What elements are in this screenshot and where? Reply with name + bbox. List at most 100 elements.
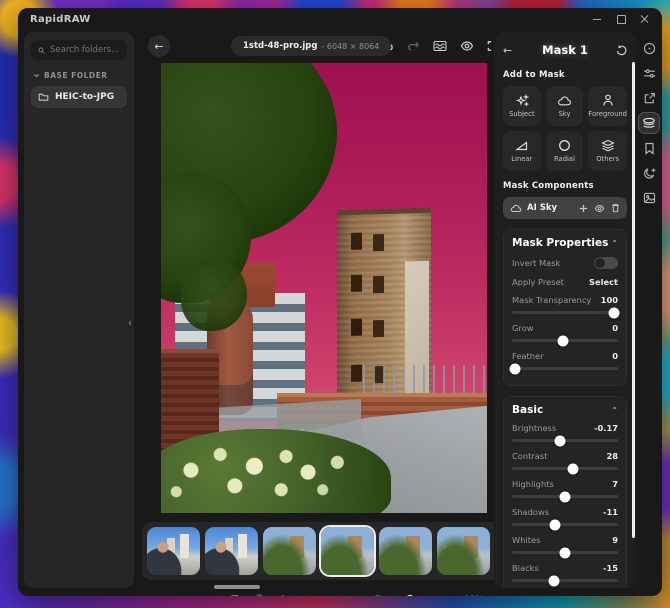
ai-button[interactable] <box>639 163 659 183</box>
masks-button[interactable] <box>639 113 659 133</box>
cloud-icon <box>557 95 571 105</box>
app-window: RapidRAW BASE FOLDER HEIC-to-JPG ‹ ← 1st… <box>18 8 662 596</box>
base-folder-node[interactable]: BASE FOLDER <box>33 71 125 80</box>
adjustments-icon <box>643 68 655 78</box>
export-button[interactable] <box>639 88 659 108</box>
mask-linear-button[interactable]: Linear <box>503 131 541 171</box>
cloud-icon <box>510 204 522 212</box>
back-button[interactable]: ← <box>148 35 170 57</box>
slider-knob[interactable] <box>509 363 521 374</box>
mask-others-button[interactable]: Others <box>588 131 627 171</box>
slider-knob[interactable] <box>554 435 566 446</box>
mask-transparency-slider: Mask Transparency 100 <box>512 294 620 318</box>
zoom-label: Zoom <box>375 595 400 596</box>
sidebar-collapse-handle[interactable]: ‹ <box>128 318 132 329</box>
contrast-slider: Contrast 28 <box>512 450 618 474</box>
person-icon <box>602 94 613 106</box>
moon-sparkle-icon <box>643 167 656 179</box>
eye-icon[interactable] <box>460 40 474 52</box>
mask-subject-button[interactable]: Subject <box>503 86 541 126</box>
reset-icon <box>616 45 627 55</box>
photo-canvas-area <box>138 60 510 516</box>
apply-preset-label: Apply Preset <box>512 277 564 287</box>
paste-settings-icon[interactable] <box>254 594 265 596</box>
add-icon[interactable] <box>579 204 588 213</box>
collapse-chevron-icon[interactable]: ⌃ <box>611 239 618 248</box>
visibility-icon[interactable] <box>594 204 605 213</box>
panel-scrollbar[interactable] <box>632 62 635 538</box>
sparkles-icon <box>515 94 529 107</box>
mask-sky-button[interactable]: Sky <box>545 86 584 126</box>
masks-icon <box>643 117 655 128</box>
mask-back-button[interactable]: ← <box>503 44 519 57</box>
viewer-column: ← 1std-48-pro.jpg - 6048 × 8064 ☆ ☆ ☆ ☆ … <box>138 32 510 596</box>
thumbnail-3[interactable] <box>263 527 316 575</box>
presets-button[interactable] <box>639 138 659 158</box>
sidebar-item-folder[interactable]: HEIC-to-JPG <box>31 86 127 108</box>
slider-knob[interactable] <box>557 335 569 346</box>
mask-radial-button[interactable]: Radial <box>545 131 584 171</box>
copy-settings-icon[interactable] <box>230 594 242 596</box>
zoom-slider-knob[interactable] <box>405 595 416 596</box>
preset-select-button[interactable]: Select <box>589 277 618 287</box>
star-icon[interactable] <box>203 594 214 596</box>
gear-icon[interactable] <box>277 594 289 596</box>
zoom-value: 12% <box>463 595 484 596</box>
thumbnail-6[interactable] <box>437 527 490 575</box>
filmstrip-scrollbar[interactable] <box>214 585 260 589</box>
layers-icon <box>600 139 615 152</box>
mask-reset-button[interactable] <box>611 41 627 60</box>
folder-search[interactable] <box>31 40 127 60</box>
slider-knob[interactable] <box>548 575 560 586</box>
bookmark-icon <box>644 142 654 155</box>
mask-properties-card: Mask Properties ⌃ Invert Mask Apply Pres… <box>503 229 627 386</box>
info-button[interactable] <box>639 38 659 58</box>
radial-gradient-icon <box>559 140 570 151</box>
search-input[interactable] <box>50 45 120 55</box>
waveform-icon[interactable] <box>433 40 447 52</box>
photo[interactable] <box>161 63 487 513</box>
slider-knob[interactable] <box>559 547 571 558</box>
invert-mask-label: Invert Mask <box>512 258 561 268</box>
blacks-slider: Blacks -15 <box>512 562 618 586</box>
filmstrip-collapse-chevron[interactable]: ⌄ <box>496 595 504 596</box>
thumbnail-4-selected[interactable] <box>321 527 374 575</box>
add-to-mask-grid: Subject Sky Foreground Linear Radial Oth… <box>503 86 627 171</box>
bottom-toolbar: Zoom 12% ⌄ <box>138 594 510 596</box>
star-icon[interactable] <box>159 594 170 596</box>
star-icon[interactable] <box>144 594 155 596</box>
star-rating <box>144 594 214 596</box>
adjustments-button[interactable] <box>639 63 659 83</box>
star-icon[interactable] <box>188 594 199 596</box>
mask-properties-title: Mask Properties <box>512 237 609 249</box>
filename-pill: 1std-48-pro.jpg - 6048 × 8064 <box>230 36 392 56</box>
thumbnail-5[interactable] <box>379 527 432 575</box>
maximize-button[interactable] <box>616 14 626 24</box>
collapse-chevron-icon[interactable]: ⌃ <box>611 406 618 415</box>
slider-knob[interactable] <box>567 463 579 474</box>
folder-icon <box>38 93 49 101</box>
close-button[interactable] <box>640 14 650 24</box>
star-icon[interactable] <box>174 594 185 596</box>
invert-mask-toggle[interactable] <box>594 257 618 269</box>
thumbnail-2[interactable] <box>205 527 258 575</box>
thumbnail-1[interactable] <box>147 527 200 575</box>
filename: 1std-48-pro.jpg <box>242 41 318 51</box>
mask-component-ai-sky[interactable]: AI Sky <box>503 197 627 219</box>
mask-foreground-button[interactable]: Foreground <box>588 86 627 126</box>
slider-knob[interactable] <box>549 519 561 530</box>
add-to-mask-label: Add to Mask <box>503 70 565 80</box>
slider-knob[interactable] <box>608 307 620 318</box>
mask-components-label: Mask Components <box>503 181 594 191</box>
shadows-slider: Shadows -11 <box>512 506 618 530</box>
mask-panel-title: Mask 1 <box>542 43 588 57</box>
image-button[interactable] <box>639 188 659 208</box>
image-dimensions: - 6048 × 8064 <box>321 41 380 51</box>
viewer-header: ← 1std-48-pro.jpg - 6048 × 8064 <box>138 32 510 60</box>
feather-slider: Feather 0 <box>509 350 618 374</box>
info-icon <box>643 42 655 54</box>
slider-knob[interactable] <box>559 491 571 502</box>
delete-icon[interactable] <box>611 203 620 213</box>
redo-icon[interactable] <box>407 40 420 52</box>
minimize-button[interactable] <box>592 14 602 24</box>
